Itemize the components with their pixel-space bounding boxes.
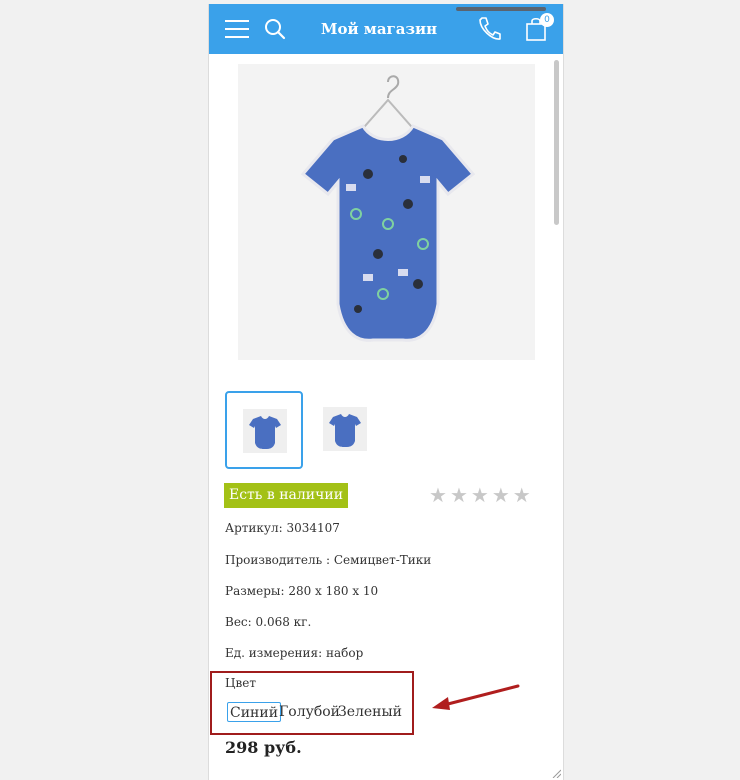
star-icon[interactable]: ★ — [513, 483, 534, 507]
onesie-illustration — [300, 75, 476, 342]
dimensions-row: Размеры: 280 x 180 x 10 — [225, 584, 378, 598]
star-icon[interactable]: ★ — [492, 483, 513, 507]
rating-stars: ★★★★★ — [429, 483, 534, 507]
star-icon[interactable]: ★ — [450, 483, 471, 507]
field-value: 3034107 — [286, 521, 340, 535]
in-stock-badge: Есть в наличии — [224, 483, 349, 508]
weight-row: Вес: 0.068 кг. — [225, 615, 311, 629]
field-label: Вес: — [225, 615, 252, 629]
hamburger-icon[interactable] — [225, 20, 249, 38]
field-label: Артикул: — [225, 521, 283, 535]
arrow-annotation — [432, 684, 520, 710]
field-value: Семицвет-Тики — [333, 553, 432, 567]
scrollbar[interactable] — [554, 60, 559, 225]
thumbnail-1[interactable] — [225, 391, 303, 469]
highlight-box — [210, 671, 414, 735]
field-label: Ед. измерения: — [225, 646, 323, 660]
thumbnail-image — [323, 407, 367, 451]
field-label: Производитель : — [225, 553, 331, 567]
phone-icon[interactable] — [477, 16, 501, 42]
unit-row: Ед. измерения: набор — [225, 646, 363, 660]
thumbnail-2[interactable] — [307, 391, 385, 469]
field-label: Размеры: — [225, 584, 285, 598]
field-value: 0.068 кг. — [255, 615, 312, 629]
thumbnail-image — [243, 409, 287, 453]
header-bar: Мой магазин 0 — [209, 4, 563, 54]
product-price: 298 руб. — [225, 738, 302, 757]
top-scroll-indicator — [456, 7, 546, 11]
cart-count-badge: 0 — [540, 13, 554, 27]
manufacturer-row: Производитель : Семицвет-Тики — [225, 553, 431, 567]
sku-row: Артикул: 3034107 — [225, 521, 340, 535]
field-value: 280 x 180 x 10 — [288, 584, 379, 598]
star-icon[interactable]: ★ — [429, 483, 450, 507]
star-icon[interactable]: ★ — [471, 483, 492, 507]
shop-title[interactable]: Мой магазин — [309, 20, 449, 38]
mobile-frame: Мой магазин 0 Есть в наличии ★★★★★ Артик… — [208, 4, 564, 780]
search-icon[interactable] — [264, 18, 286, 40]
product-main-image[interactable] — [238, 64, 535, 360]
field-value: набор — [325, 646, 364, 660]
resize-handle-icon[interactable] — [551, 768, 561, 778]
